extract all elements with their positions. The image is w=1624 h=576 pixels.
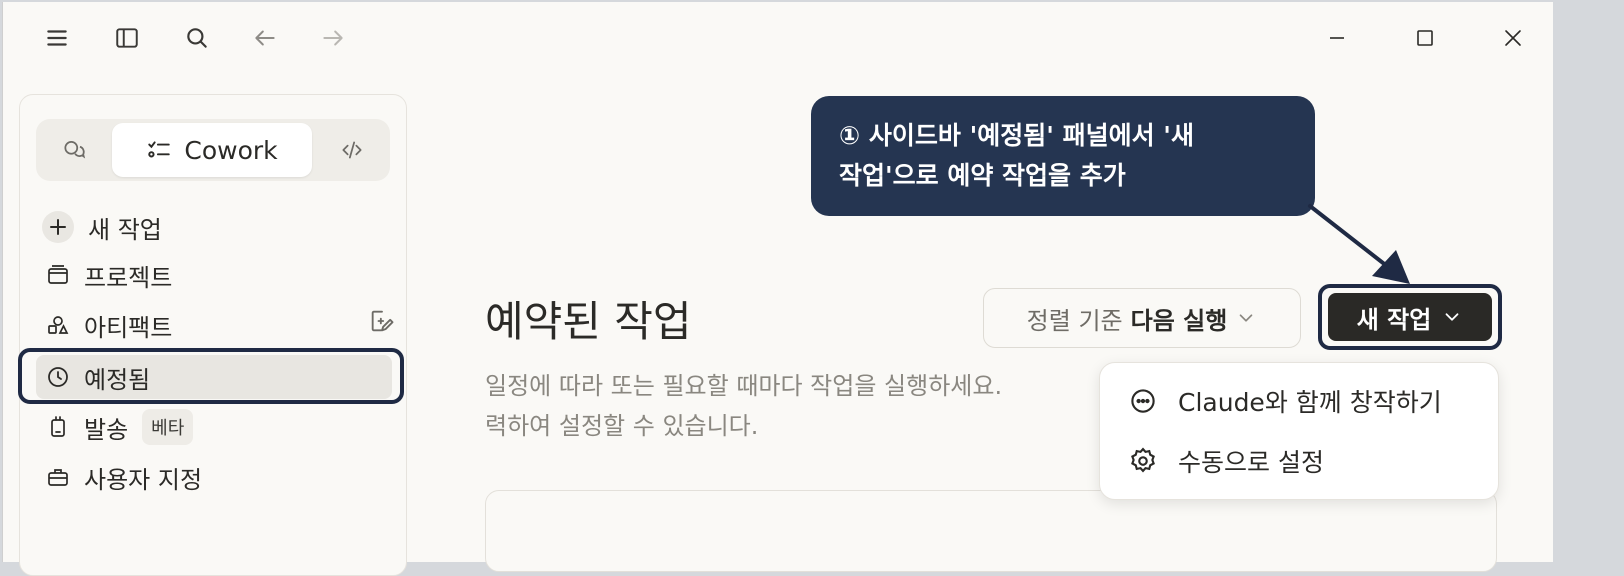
maximize-icon[interactable] (1403, 18, 1447, 58)
chat-bubbles-icon (64, 141, 86, 159)
code-icon (342, 141, 362, 159)
sidebar-item-projects[interactable]: 프로젝트 (36, 253, 392, 297)
forward-arrow-icon[interactable] (315, 20, 351, 56)
menu-item-label: 수동으로 설정 (1178, 448, 1324, 477)
sidebar-item-label: 프로젝트 (84, 263, 173, 292)
sidebar-item-new-task[interactable]: 새 작업 (36, 205, 392, 249)
menu-item-create-with-claude[interactable]: Claude와 함께 창작하기 (1128, 381, 1442, 421)
plus-icon (42, 211, 74, 243)
sort-dropdown[interactable]: 정렬 기준 다음 실행 (983, 288, 1301, 348)
chevron-down-icon (1239, 314, 1253, 322)
new-task-label: 새 작업 (1356, 305, 1432, 334)
sidebar-item-customize[interactable]: 사용자 지정 (36, 455, 392, 499)
beta-badge: 베타 (142, 409, 194, 445)
sidebar-item-dispatch[interactable]: 발송 베타 (36, 405, 392, 449)
sidebar: Cowork 새 작업 프로젝트 아티팩트 예정됨 발송 베타 사용자 지정 (19, 94, 407, 576)
chat-bubble-icon (1131, 389, 1155, 413)
menu-item-label: Claude와 함께 창작하기 (1178, 388, 1442, 417)
page-subtitle: 일정에 따라 또는 필요할 때마다 작업을 실행하세요. 력하여 설정할 수 있… (485, 366, 1125, 446)
search-icon[interactable] (179, 20, 215, 56)
subtitle-line: 력하여 설정할 수 있습니다. (485, 412, 759, 440)
page-title: 예약된 작업 (485, 297, 692, 346)
mode-cowork-label: Cowork (184, 135, 278, 165)
gear-icon (1131, 447, 1155, 473)
sidebar-toggle-icon[interactable] (109, 20, 145, 56)
menu-item-manual-setup[interactable]: 수동으로 설정 (1128, 441, 1324, 481)
task-list-card (485, 490, 1497, 572)
new-task-menu: Claude와 함께 창작하기 수동으로 설정 (1099, 362, 1499, 500)
back-arrow-icon[interactable] (247, 20, 283, 56)
callout-line: ① 사이드바 '예정됨' 패널에서 '새 (839, 121, 1194, 150)
folder-icon (48, 265, 68, 284)
highlight-scheduled (18, 348, 404, 404)
sidebar-item-label: 사용자 지정 (84, 465, 203, 494)
checklist-icon (148, 141, 171, 158)
menu-icon[interactable] (39, 20, 75, 56)
sidebar-item-label: 아티팩트 (84, 313, 173, 342)
callout-line: 작업'으로 예약 작업을 추가 (839, 161, 1126, 190)
sidebar-item-label: 새 작업 (88, 215, 162, 244)
shapes-icon (48, 316, 69, 334)
briefcase-icon (48, 469, 68, 486)
sidebar-item-artifacts[interactable]: 아티팩트 (36, 303, 392, 347)
chevron-down-icon (1445, 313, 1459, 321)
minimize-icon[interactable] (1315, 18, 1359, 58)
subtitle-line: 일정에 따라 또는 필요할 때마다 작업을 실행하세요. (485, 372, 1003, 400)
mode-switcher: Cowork (36, 119, 390, 181)
highlight-new-task: 새 작업 (1318, 284, 1502, 350)
mode-chat-tab[interactable] (36, 119, 112, 181)
sort-prefix: 정렬 기준 (1026, 306, 1123, 335)
sort-value: 다음 실행 (1130, 306, 1228, 335)
mode-code-tab[interactable] (314, 119, 390, 181)
sidebar-item-label: 발송 (84, 415, 129, 444)
mode-cowork-tab[interactable]: Cowork (112, 123, 312, 177)
phone-icon (51, 416, 65, 437)
app-window: Cowork 새 작업 프로젝트 아티팩트 예정됨 발송 베타 사용자 지정 예… (2, 2, 1553, 576)
annotation-callout: ① 사이드바 '예정됨' 패널에서 '새 작업'으로 예약 작업을 추가 (811, 96, 1315, 216)
new-task-button[interactable]: 새 작업 (1328, 293, 1492, 341)
close-icon[interactable] (1491, 18, 1535, 58)
